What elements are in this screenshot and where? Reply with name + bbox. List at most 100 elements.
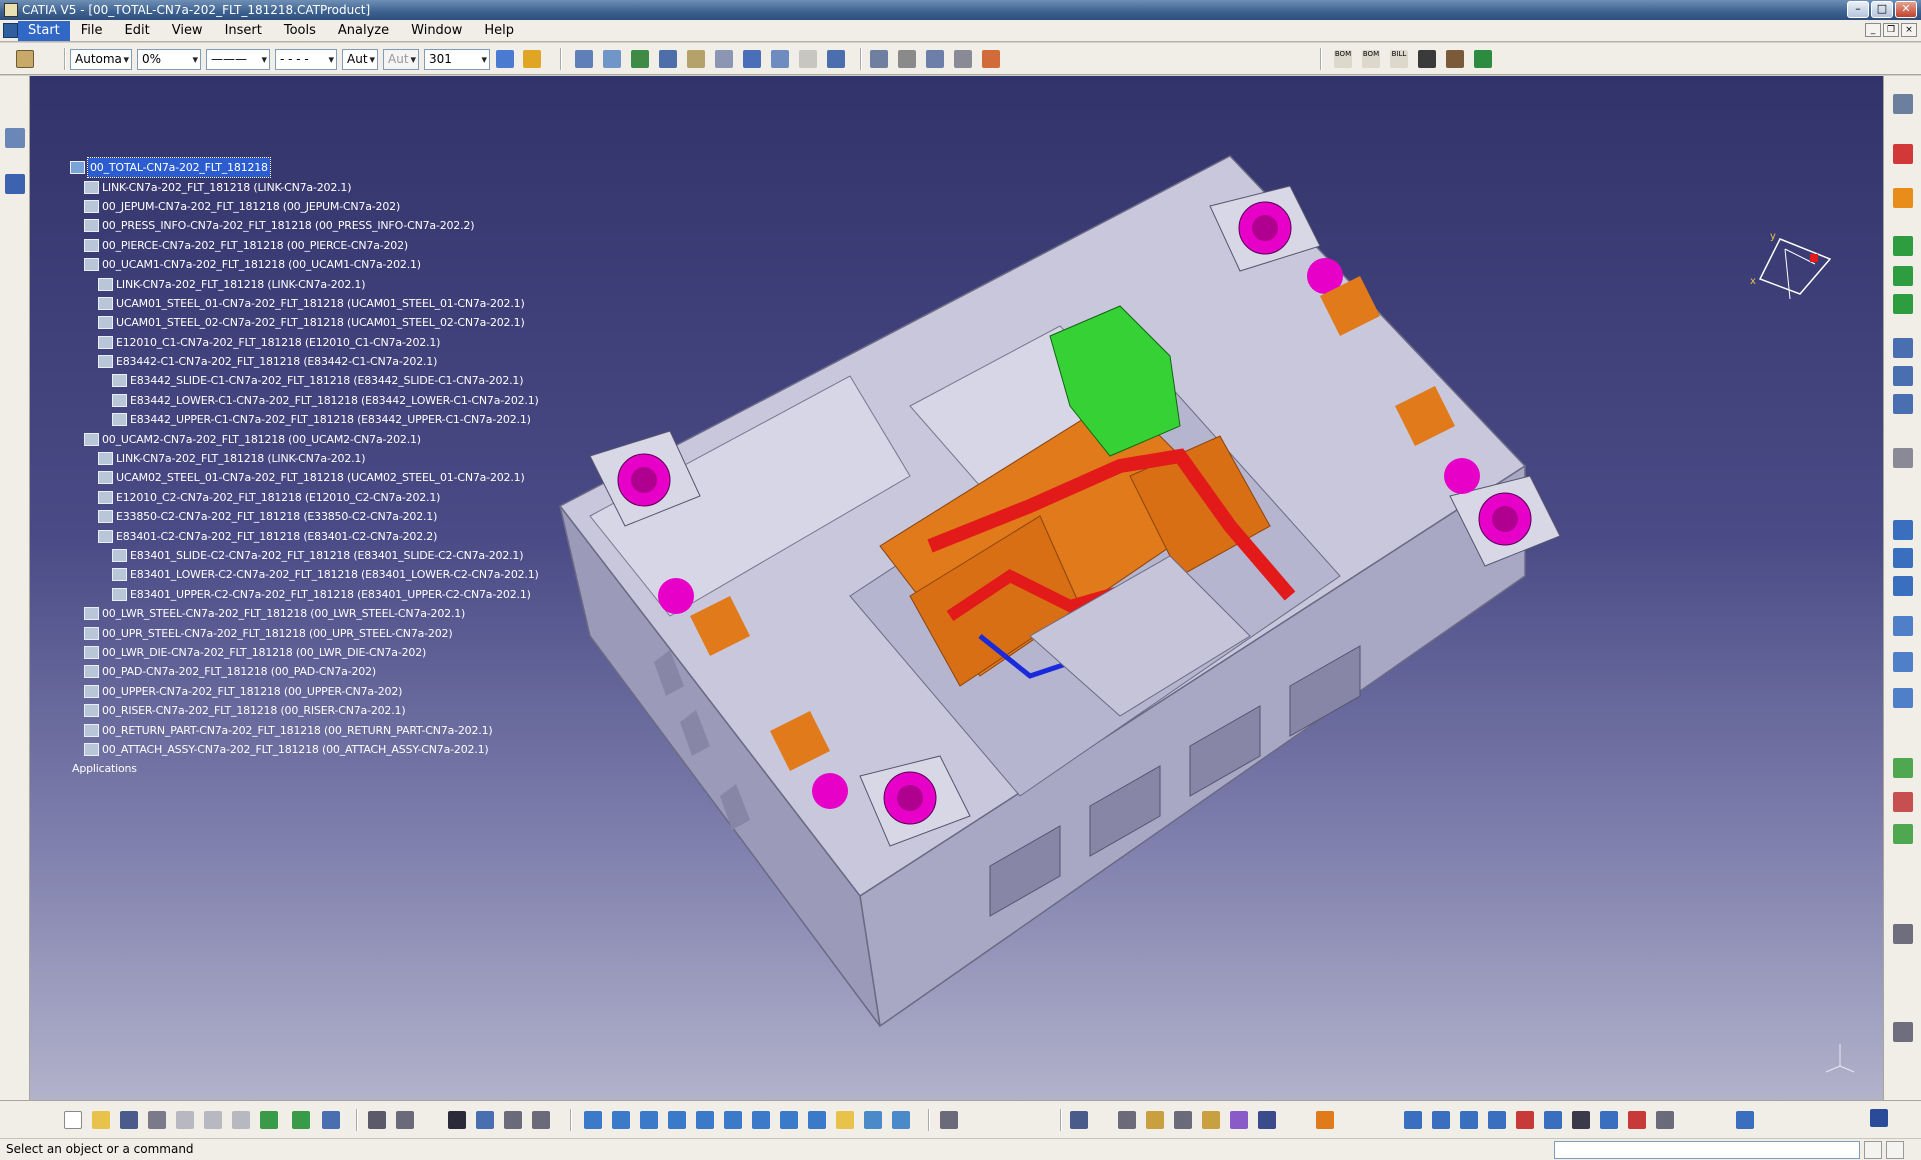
catia-app-icon[interactable] xyxy=(4,3,18,17)
multi-view-icon[interactable] xyxy=(780,1111,798,1129)
tree-node[interactable]: 00_TOTAL-CN7a-202_FLT_181218 xyxy=(70,157,539,179)
generate-icon[interactable] xyxy=(1893,758,1913,778)
redo-icon[interactable] xyxy=(292,1111,310,1129)
tree-node[interactable]: LINK-CN7a-202_FLT_181218 (LINK-CN7a-202.… xyxy=(70,449,539,468)
existing-part-icon[interactable] xyxy=(1893,294,1913,314)
menu-edit[interactable]: Edit xyxy=(114,21,161,41)
constraint-icon[interactable] xyxy=(1893,94,1913,114)
grid-icon[interactable] xyxy=(940,1111,958,1129)
table-icon[interactable] xyxy=(448,1111,466,1129)
color-combo[interactable]: Automa xyxy=(70,49,132,70)
tree-node[interactable]: E83442-C1-CN7a-202_FLT_181218 (E83442-C1… xyxy=(70,352,539,371)
zoom-out-icon[interactable] xyxy=(724,1111,742,1129)
distance-icon[interactable] xyxy=(1893,520,1913,540)
new-component-icon[interactable] xyxy=(1893,236,1913,256)
iso-view-icon[interactable] xyxy=(808,1111,826,1129)
report-icon[interactable] xyxy=(1446,50,1464,68)
maximize-button[interactable]: □ xyxy=(1871,1,1893,18)
flag-note-icon[interactable] xyxy=(926,50,944,68)
die-icon[interactable] xyxy=(1258,1111,1276,1129)
compass-tool-icon[interactable] xyxy=(5,174,25,194)
gear-icon[interactable] xyxy=(1174,1111,1192,1129)
tree-node[interactable]: 00_UCAM1-CN7a-202_FLT_181218 (00_UCAM1-C… xyxy=(70,255,539,274)
catalog-browser-icon[interactable] xyxy=(1893,688,1913,708)
menu-file[interactable]: File xyxy=(70,21,114,41)
menu-start[interactable]: Start xyxy=(18,20,70,41)
minimize-button[interactable]: – xyxy=(1847,1,1869,18)
menu-help[interactable]: Help xyxy=(473,21,525,41)
clash-analysis-icon[interactable] xyxy=(1893,576,1913,596)
normal-view-icon[interactable] xyxy=(752,1111,770,1129)
catalog-icon[interactable] xyxy=(982,50,1000,68)
catalog-open-icon[interactable] xyxy=(1070,1111,1088,1129)
weld-icon[interactable] xyxy=(954,50,972,68)
open-icon[interactable] xyxy=(92,1111,110,1129)
tool-10-icon[interactable] xyxy=(1656,1111,1674,1129)
bom-icon[interactable]: BOM xyxy=(1334,50,1352,68)
status-button-1[interactable] xyxy=(1864,1141,1882,1159)
clash-icon[interactable] xyxy=(827,50,845,68)
tree-node[interactable]: UCAM01_STEEL_01-CN7a-202_FLT_181218 (UCA… xyxy=(70,294,539,313)
3d-viewport[interactable]: 00_TOTAL-CN7a-202_FLT_181218 LINK-CN7a-20… xyxy=(30,76,1883,1100)
capture-icon[interactable] xyxy=(1893,1022,1913,1042)
print-icon[interactable] xyxy=(148,1111,166,1129)
tree-node[interactable]: 00_LWR_STEEL-CN7a-202_FLT_181218 (00_LWR… xyxy=(70,604,539,623)
document-icon[interactable] xyxy=(3,23,18,38)
constraint-bottom-icon[interactable] xyxy=(1118,1111,1136,1129)
tree-node[interactable]: E12010_C1-CN7a-202_FLT_181218 (E12010_C1… xyxy=(70,333,539,352)
mdi-restore-button[interactable]: ❐ xyxy=(1883,23,1899,37)
new-icon[interactable] xyxy=(64,1111,82,1129)
specification-tree[interactable]: 00_TOTAL-CN7a-202_FLT_181218 LINK-CN7a-20… xyxy=(70,157,539,779)
replace-component-icon[interactable] xyxy=(1893,338,1913,358)
cube-icon[interactable] xyxy=(1893,616,1913,636)
tool-2-icon[interactable] xyxy=(1432,1111,1450,1129)
hide-show-icon[interactable] xyxy=(864,1111,882,1129)
menu-view[interactable]: View xyxy=(161,21,214,41)
save-icon[interactable] xyxy=(1418,50,1436,68)
tree-node[interactable]: E83442_LOWER-C1-CN7a-202_FLT_181218 (E83… xyxy=(70,391,539,410)
tree-node[interactable]: 00_RISER-CN7a-202_FLT_181218 (00_RISER-C… xyxy=(70,701,539,720)
scenes-icon[interactable] xyxy=(1893,824,1913,844)
pattern-icon[interactable] xyxy=(1316,1111,1334,1129)
multi-instantiation-icon[interactable] xyxy=(1893,448,1913,468)
layer-combo[interactable]: 301 xyxy=(424,49,490,70)
lock-icon[interactable] xyxy=(504,1111,522,1129)
tree-node[interactable]: 00_PAD-CN7a-202_FLT_181218 (00_PAD-CN7a-… xyxy=(70,662,539,681)
spring-icon[interactable] xyxy=(1202,1111,1220,1129)
fit-all-icon[interactable] xyxy=(612,1111,630,1129)
tree-node[interactable]: E83442_SLIDE-C1-CN7a-202_FLT_181218 (E83… xyxy=(70,371,539,390)
tool-3-icon[interactable] xyxy=(1460,1111,1478,1129)
workbench-icon[interactable] xyxy=(5,128,25,148)
status-button-2[interactable] xyxy=(1886,1141,1904,1159)
sheet-metal-icon[interactable] xyxy=(1230,1111,1248,1129)
rotate-view-icon[interactable] xyxy=(668,1111,686,1129)
copy-icon[interactable] xyxy=(204,1111,222,1129)
point-symbol-combo[interactable]: Aut xyxy=(342,49,378,70)
new-product-icon[interactable] xyxy=(659,50,677,68)
pcs-icon[interactable] xyxy=(1893,144,1913,164)
knowledge-icon[interactable] xyxy=(396,1111,414,1129)
line-thickness-combo[interactable]: ——— xyxy=(206,49,270,70)
tree-node[interactable]: E83401-C2-CN7a-202_FLT_181218 (E83401-C2… xyxy=(70,526,539,545)
undo-icon[interactable] xyxy=(260,1111,278,1129)
new-part-side-icon[interactable] xyxy=(1893,266,1913,286)
tree-node[interactable]: UCAM01_STEEL_02-CN7a-202_FLT_181218 (UCA… xyxy=(70,313,539,332)
pan-icon[interactable] xyxy=(640,1111,658,1129)
stop-manipulate-icon[interactable] xyxy=(771,50,789,68)
tree-node[interactable]: E83401_UPPER-C2-CN7a-202_FLT_181218 (E83… xyxy=(70,585,539,604)
manipulate-icon[interactable] xyxy=(687,50,705,68)
tool-7-icon[interactable] xyxy=(1572,1111,1590,1129)
line-type-combo[interactable]: - - - - xyxy=(275,49,337,70)
tree-node[interactable]: 00_UPR_STEEL-CN7a-202_FLT_181218 (00_UPR… xyxy=(70,623,539,642)
properties-icon[interactable] xyxy=(523,50,541,68)
tool-8-icon[interactable] xyxy=(1600,1111,1618,1129)
bom-table-icon[interactable]: BOM xyxy=(1362,50,1380,68)
mdi-close-button[interactable]: × xyxy=(1901,23,1917,37)
tree-node[interactable]: UCAM02_STEEL_01-CN7a-202_FLT_181218 (UCA… xyxy=(70,468,539,487)
assembly-constraint-icon[interactable] xyxy=(575,50,593,68)
tree-node[interactable]: E83401_SLIDE-C2-CN7a-202_FLT_181218 (E83… xyxy=(70,546,539,565)
whats-this-icon[interactable] xyxy=(322,1111,340,1129)
links-icon[interactable] xyxy=(476,1111,494,1129)
menu-analyze[interactable]: Analyze xyxy=(327,21,400,41)
catalog-3ds-icon[interactable] xyxy=(1870,1109,1888,1127)
